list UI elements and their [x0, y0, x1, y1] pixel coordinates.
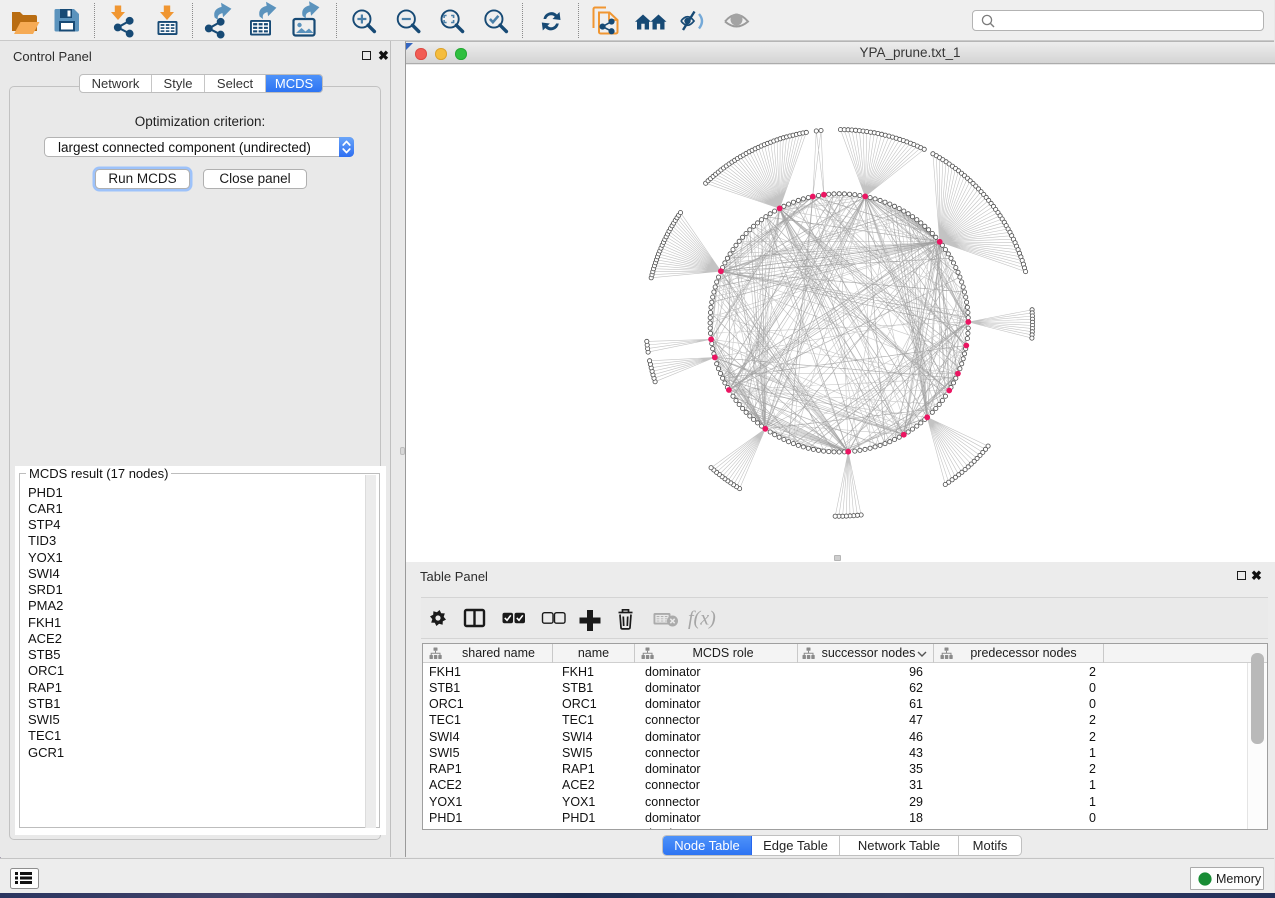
svg-text:f(x): f(x) [688, 608, 716, 630]
